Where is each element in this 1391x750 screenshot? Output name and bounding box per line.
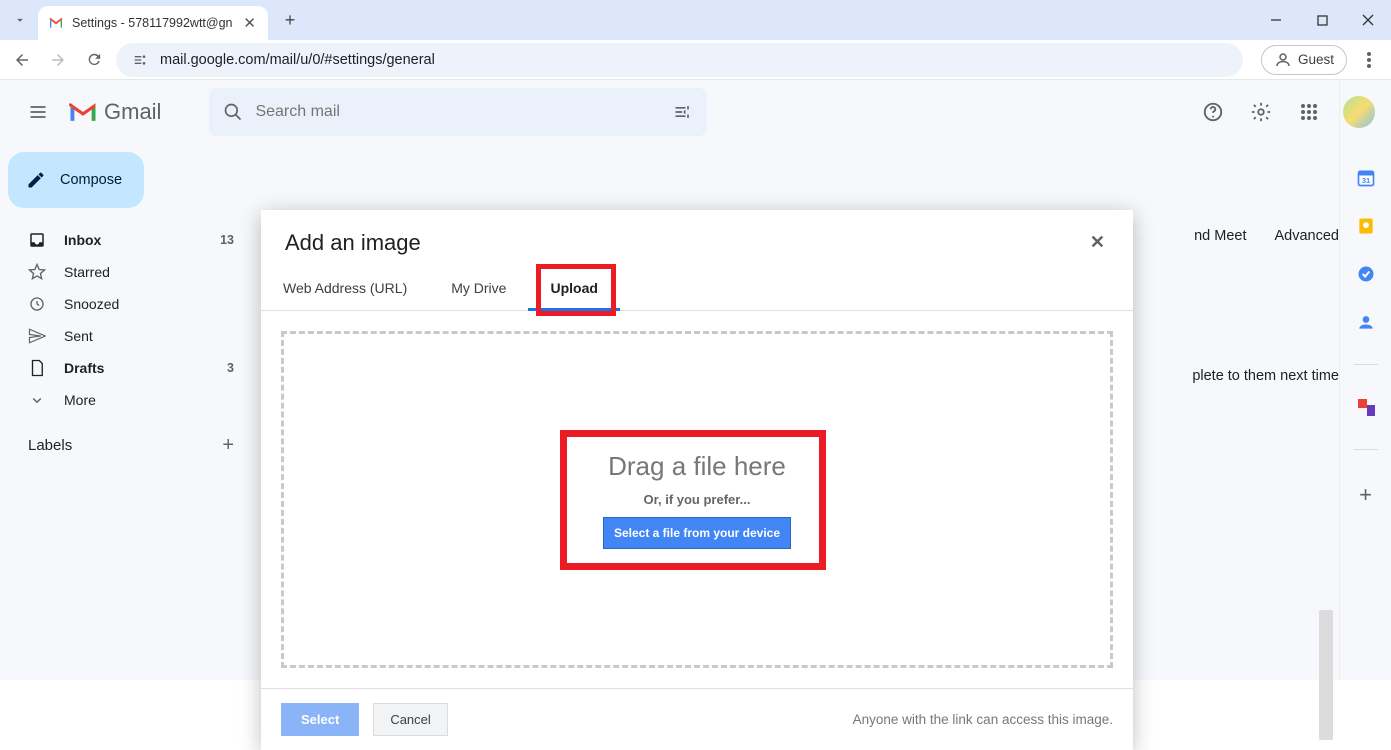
main-menu-button[interactable] [16,90,60,134]
new-tab-button[interactable]: + [276,6,304,34]
nav-drafts[interactable]: Drafts 3 [8,352,248,384]
modal-title: Add an image [285,230,1086,256]
add-image-modal: Add an image ✕ Web Address (URL) My Driv… [261,210,1133,750]
search-options-icon[interactable] [673,102,693,122]
nav-inbox[interactable]: Inbox 13 [8,224,248,256]
nav-snoozed[interactable]: Snoozed [8,288,248,320]
support-button[interactable] [1193,92,1233,132]
dropzone-title: Drag a file here [608,451,786,482]
account-avatar[interactable] [1343,96,1375,128]
addon-icon[interactable] [1356,397,1376,417]
labels-title: Labels [28,437,72,454]
add-addon-button[interactable]: + [1356,482,1376,502]
side-panel-divider [1354,364,1378,365]
footer-cancel-button[interactable]: Cancel [373,703,447,736]
clock-icon [28,295,46,313]
settings-button[interactable] [1241,92,1281,132]
nav-sent[interactable]: Sent [8,320,248,352]
nav-more[interactable]: More [8,384,248,416]
partial-settings-text: plete to them next time [1192,368,1339,384]
side-panel: 31 + [1339,80,1391,680]
tasks-icon[interactable] [1356,264,1376,284]
gmail-m-icon [68,100,98,124]
sidebar: Compose Inbox 13 Starred Snoozed Sent Dr… [0,80,248,680]
browser-tab-strip: Settings - 578117992wtt@gn ✕ + [0,0,1391,40]
search-icon [223,102,243,122]
footer-select-button[interactable]: Select [281,703,359,736]
window-maximize[interactable] [1299,0,1345,40]
window-close[interactable] [1345,0,1391,40]
tab-title: Settings - 578117992wtt@gn [72,16,233,30]
search-input[interactable] [255,103,661,121]
window-minimize[interactable] [1253,0,1299,40]
side-panel-divider-2 [1354,449,1378,450]
apps-button[interactable] [1289,92,1329,132]
tab-upload[interactable]: Upload [528,280,619,310]
gmail-logo[interactable]: Gmail [68,99,161,125]
pencil-icon [26,170,46,190]
send-icon [28,327,46,345]
tab-close-icon[interactable]: ✕ [241,14,258,32]
site-settings-icon[interactable] [130,50,150,70]
gmail-header: Gmail [0,80,1391,144]
page-scrollbar[interactable] [1319,610,1333,740]
contacts-icon[interactable] [1356,312,1376,332]
modal-close-button[interactable]: ✕ [1086,230,1109,255]
svg-text:31: 31 [1361,176,1369,185]
star-icon [28,263,46,281]
compose-label: Compose [60,172,122,188]
select-file-button[interactable]: Select a file from your device [603,517,791,549]
upload-dropzone[interactable]: Drag a file here Or, if you prefer... Se… [281,331,1113,668]
tab-web-address[interactable]: Web Address (URL) [281,280,429,310]
tab-my-drive[interactable]: My Drive [429,280,528,310]
settings-tab-meet[interactable]: nd Meet [1194,228,1246,244]
nav-starred[interactable]: Starred [8,256,248,288]
gmail-app: Gmail Compose Inbox 13 Starred Snoozed [0,80,1391,680]
nav-reload-button[interactable] [80,46,108,74]
url-text: mail.google.com/mail/u/0/#settings/gener… [160,52,435,68]
tab-search-dropdown[interactable] [6,6,34,34]
gmail-favicon [48,15,64,31]
settings-tab-advanced[interactable]: Advanced [1275,228,1340,244]
dropzone-or-text: Or, if you prefer... [644,492,751,507]
compose-button[interactable]: Compose [8,152,144,208]
settings-tabs-partial: nd Meet Advanced [1194,228,1339,244]
address-bar[interactable]: mail.google.com/mail/u/0/#settings/gener… [116,43,1243,77]
browser-tab[interactable]: Settings - 578117992wtt@gn ✕ [38,6,268,40]
window-controls [1253,0,1391,40]
search-box[interactable] [209,88,707,136]
calendar-icon[interactable]: 31 [1356,168,1376,188]
chevron-down-icon [28,391,46,409]
footer-note: Anyone with the link can access this ima… [853,712,1113,727]
file-icon [28,359,46,377]
modal-tabs: Web Address (URL) My Drive Upload [261,264,1133,311]
keep-icon[interactable] [1356,216,1376,236]
modal-footer: Select Cancel Anyone with the link can a… [261,688,1133,750]
browser-menu-button[interactable] [1355,46,1383,74]
guest-label: Guest [1298,52,1334,67]
inbox-icon [28,231,46,249]
nav-forward-button[interactable] [44,46,72,74]
person-icon [1274,51,1292,69]
labels-header: Labels + [8,416,248,457]
add-label-button[interactable]: + [222,434,234,457]
nav-back-button[interactable] [8,46,36,74]
profile-guest-chip[interactable]: Guest [1261,45,1347,75]
gmail-logo-text: Gmail [104,99,161,125]
address-bar-row: mail.google.com/mail/u/0/#settings/gener… [0,40,1391,80]
